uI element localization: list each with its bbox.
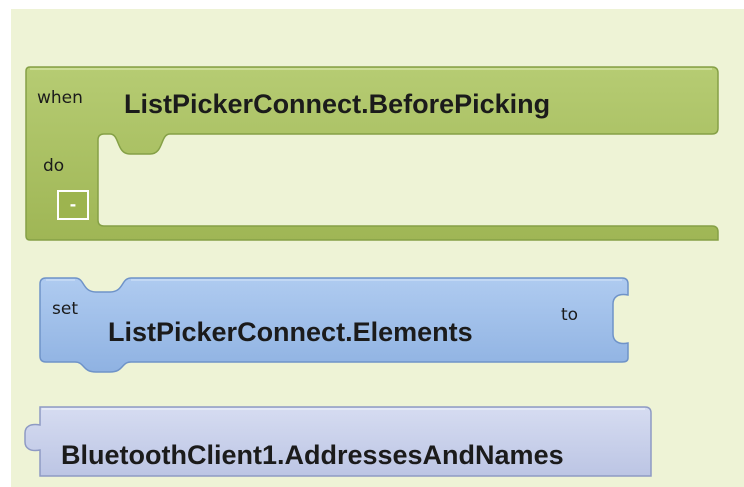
collapse-button[interactable]: - [57, 190, 89, 220]
getter-property-label: BluetoothClient1.AddressesAndNames [61, 440, 564, 470]
to-keyword: to [561, 305, 578, 325]
property-getter-block[interactable]: BluetoothClient1.AddressesAndNames [24, 406, 652, 477]
property-setter-block[interactable]: set ListPickerConnect.Elements to [39, 277, 629, 373]
event-name-label: ListPickerConnect.BeforePicking [124, 89, 550, 119]
when-keyword: when [37, 88, 83, 108]
set-keyword: set [52, 299, 78, 319]
do-keyword: do [43, 156, 64, 176]
blocks-canvas: when ListPickerConnect.BeforePicking do … [24, 66, 719, 477]
setter-property-label: ListPickerConnect.Elements [108, 317, 473, 347]
event-handler-block[interactable]: when ListPickerConnect.BeforePicking do … [25, 66, 719, 241]
collapse-minus-icon: - [70, 195, 77, 214]
